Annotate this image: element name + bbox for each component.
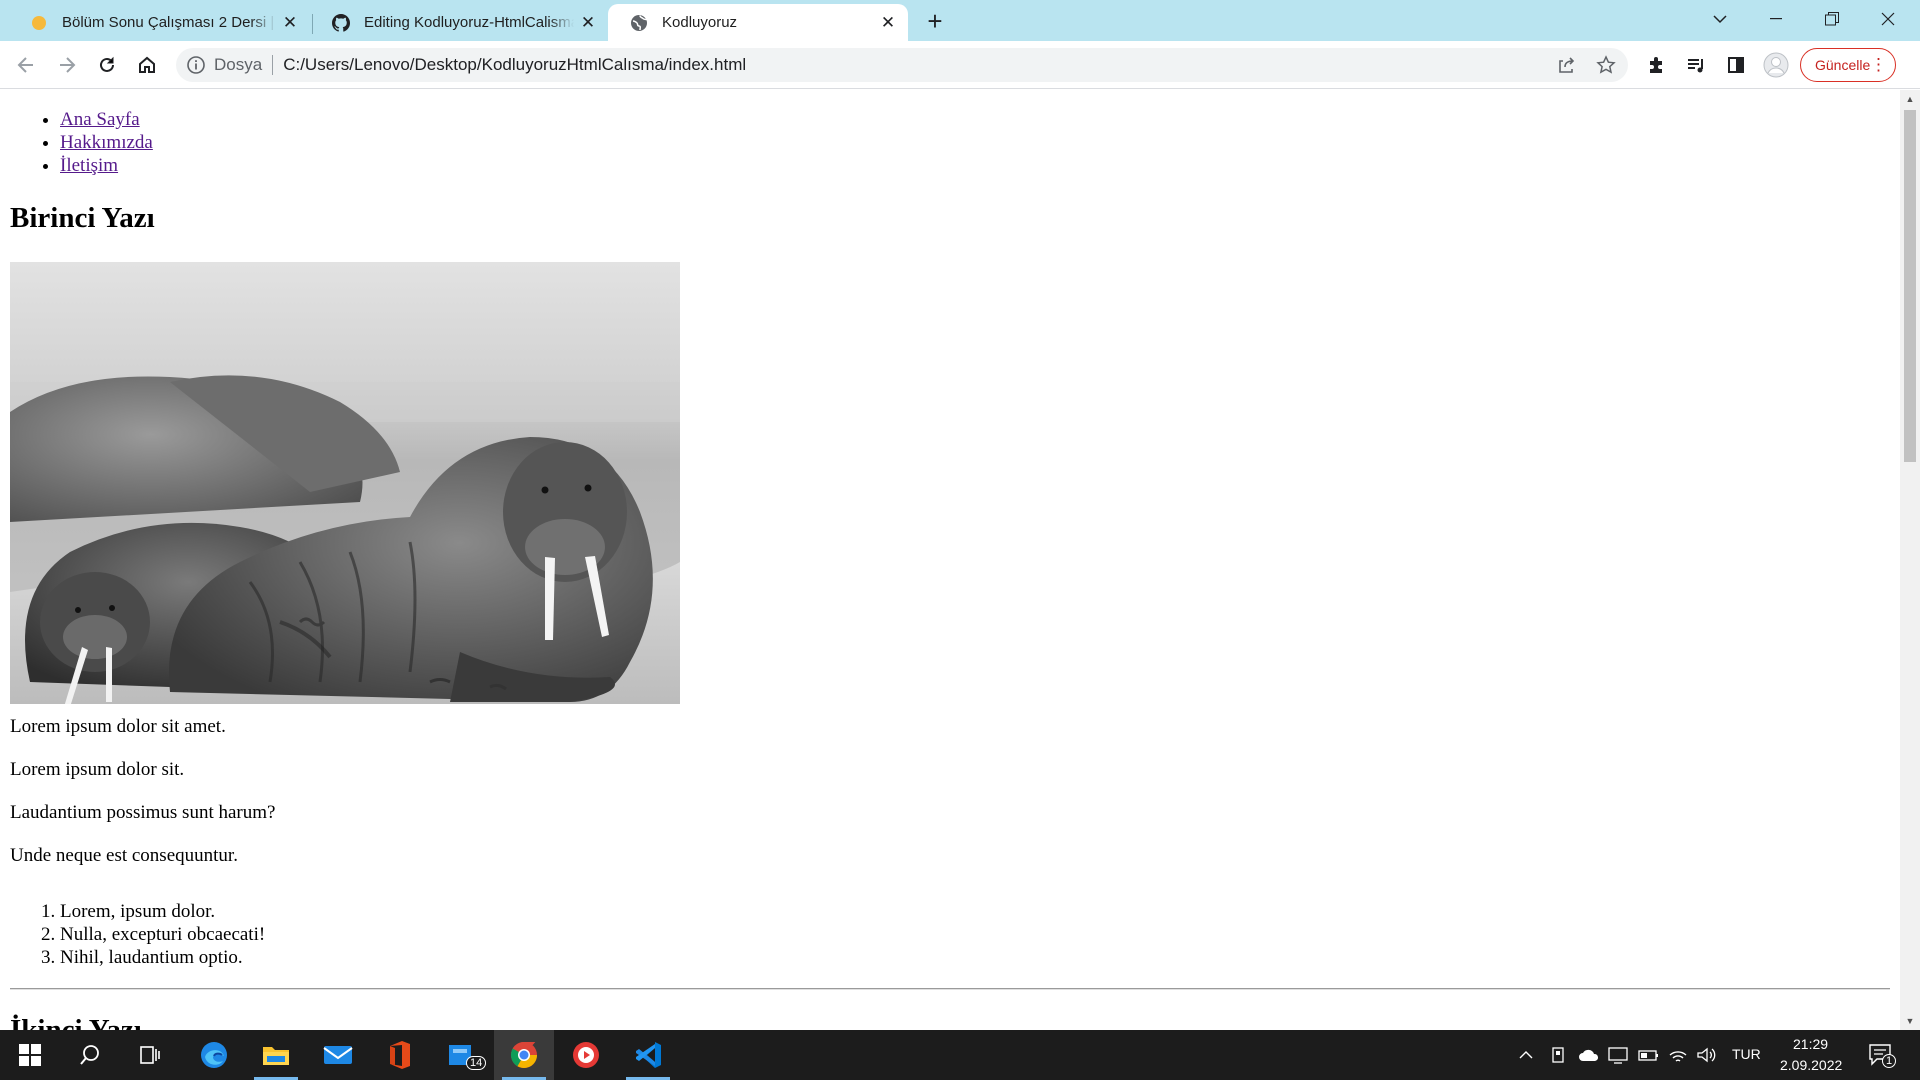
list-item: Nulla, excepturi obcaecati! [60, 923, 265, 946]
windows-taskbar: 14 TUR 21:29 2.09.2022 1 [0, 1030, 1920, 1080]
forward-button[interactable] [51, 49, 83, 81]
ordered-list: Lorem, ipsum dolor. Nulla, excepturi obc… [60, 900, 265, 969]
volume-icon[interactable] [1696, 1045, 1716, 1065]
globe-icon [630, 14, 648, 32]
page-viewport: Ana Sayfa Hakkımızda İletişim Birinci Ya… [0, 90, 1900, 1030]
media-control-icon[interactable] [1680, 49, 1712, 81]
task-view-icon[interactable] [120, 1030, 180, 1080]
side-panel-icon[interactable] [1720, 49, 1752, 81]
restore-button[interactable] [1806, 0, 1858, 38]
article-heading-second: İkinci Yazı [10, 1014, 142, 1030]
chrome-icon[interactable] [494, 1030, 554, 1080]
menu-kebab-icon: ⋮ [1870, 55, 1887, 74]
notification-count: 1 [1882, 1054, 1896, 1068]
close-icon[interactable]: ✕ [874, 9, 902, 37]
media-player-icon[interactable] [556, 1030, 616, 1080]
search-icon[interactable] [60, 1030, 120, 1080]
article-heading: Birinci Yazı [10, 202, 155, 234]
wifi-icon[interactable] [1668, 1045, 1688, 1065]
mail-badge: 14 [466, 1056, 487, 1070]
walrus-photo [10, 262, 680, 704]
close-icon[interactable]: ✕ [276, 9, 304, 37]
tab-patika[interactable]: Bölüm Sonu Çalışması 2 Dersi | Patika ✕ [8, 4, 310, 41]
file-explorer-icon[interactable] [246, 1030, 306, 1080]
url-scheme-label: Dosya [214, 55, 263, 74]
list-item: Lorem, ipsum dolor. [60, 900, 265, 923]
share-icon[interactable] [1550, 48, 1582, 82]
home-button[interactable] [131, 49, 163, 81]
notification-icon[interactable]: 1 [1868, 1042, 1896, 1068]
office-icon[interactable] [370, 1030, 430, 1080]
mail-icon[interactable] [308, 1030, 368, 1080]
battery-icon[interactable] [1638, 1045, 1658, 1065]
chevron-up-icon[interactable] [1516, 1045, 1536, 1065]
page-scrollbar[interactable]: ▲ ▼ [1900, 90, 1920, 1030]
nav-link-about[interactable]: Hakkımızda [60, 132, 153, 153]
onedrive-cloud-icon[interactable] [1578, 1045, 1598, 1065]
scroll-thumb[interactable] [1904, 110, 1916, 462]
update-label: Güncelle [1815, 57, 1871, 73]
tab-title: Editing Kodluyoruz-HtmlCalisma/index.htm… [364, 14, 574, 31]
list-item: Nihil, laudantium optio. [60, 946, 265, 969]
vscode-icon[interactable] [618, 1030, 678, 1080]
language-indicator[interactable]: TUR [1732, 1046, 1761, 1062]
extensions-icon[interactable] [1640, 49, 1672, 81]
clock-time[interactable]: 21:29 [1793, 1036, 1828, 1052]
clock-date[interactable]: 2.09.2022 [1780, 1057, 1842, 1073]
start-button[interactable] [0, 1030, 60, 1080]
tab-strip: Bölüm Sonu Çalışması 2 Dersi | Patika ✕ … [0, 0, 1920, 41]
paragraph: Lorem ipsum dolor sit amet. [10, 716, 226, 737]
tab-github[interactable]: Editing Kodluyoruz-HtmlCalisma/index.htm… [310, 4, 608, 41]
nav-link-contact[interactable]: İletişim [60, 155, 118, 176]
reload-button[interactable] [91, 49, 123, 81]
scroll-up-arrow-icon[interactable]: ▲ [1905, 94, 1915, 104]
nav-list: Ana Sayfa Hakkımızda İletişim [60, 108, 153, 177]
device-icon[interactable] [1548, 1045, 1568, 1065]
nav-item: Hakkımızda [60, 131, 153, 154]
patika-icon [30, 14, 48, 32]
tab-title: Bölüm Sonu Çalışması 2 Dersi | Patika [62, 14, 276, 31]
info-icon[interactable] [186, 55, 206, 75]
profile-avatar[interactable] [1760, 49, 1792, 81]
url-text[interactable]: C:/Users/Lenovo/Desktop/KodluyoruzHtmlCa… [283, 55, 746, 75]
tab-kodluyoruz[interactable]: Kodluyoruz ✕ [608, 4, 908, 41]
update-button[interactable]: Güncelle ⋮ [1800, 48, 1896, 82]
divider [272, 55, 274, 75]
paragraph: Lorem ipsum dolor sit. [10, 759, 185, 780]
minimize-button[interactable] [1750, 0, 1802, 38]
app-tile-icon[interactable]: 14 [432, 1030, 492, 1080]
walrus-illustration [10, 262, 680, 704]
monitor-icon[interactable] [1608, 1045, 1628, 1065]
paragraph: Laudantium possimus sunt harum? [10, 802, 276, 823]
bookmark-star-icon[interactable] [1590, 48, 1622, 82]
back-button[interactable] [10, 49, 42, 81]
new-tab-button[interactable]: + [918, 6, 952, 36]
paragraph: Unde neque est consequuntur. [10, 845, 238, 866]
close-window-button[interactable] [1862, 0, 1914, 38]
scroll-down-arrow-icon[interactable]: ▼ [1905, 1016, 1915, 1026]
browser-toolbar: Dosya C:/Users/Lenovo/Desktop/Kodluyoruz… [0, 41, 1920, 89]
tab-search-button[interactable] [1694, 0, 1746, 38]
address-bar[interactable]: Dosya C:/Users/Lenovo/Desktop/Kodluyoruz… [176, 48, 1628, 82]
github-icon [332, 13, 350, 32]
nav-item: Ana Sayfa [60, 108, 153, 131]
edge-icon[interactable] [184, 1030, 244, 1080]
tab-title: Kodluyoruz [662, 14, 738, 31]
nav-item: İletişim [60, 154, 153, 177]
close-icon[interactable]: ✕ [574, 9, 602, 37]
divider [10, 988, 1890, 990]
nav-link-home[interactable]: Ana Sayfa [60, 109, 140, 130]
